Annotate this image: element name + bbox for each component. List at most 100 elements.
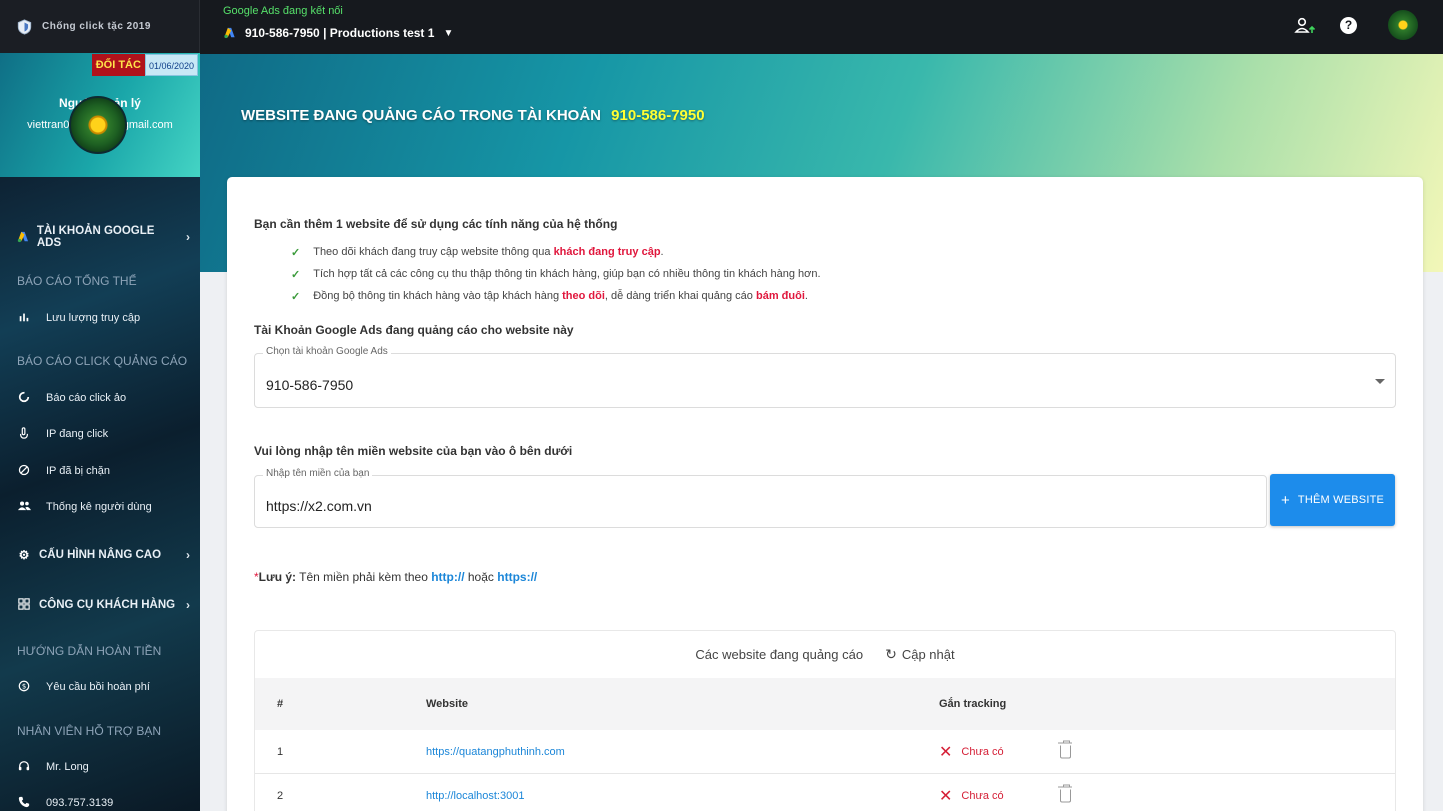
table-title: Các website đang quảng cáo: [695, 647, 864, 662]
sidebar-item-advanced-config[interactable]: ⚙ CẤU HÌNH NÂNG CAO ›: [17, 545, 190, 565]
sidebar: Chống click tặc 2019 ĐỐI TÁC 01/06/2020 …: [0, 0, 200, 811]
sidebar-item-label: Yêu cầu bồi hoàn phí: [46, 681, 150, 693]
sidebar-item-user-stats[interactable]: Thống kê người dùng: [17, 497, 190, 517]
column-header-website: Website: [426, 698, 468, 710]
sidebar-item-traffic[interactable]: Lưu lượng truy cập: [17, 308, 190, 328]
main-card: Bạn cần thêm 1 website để sử dụng các tí…: [227, 177, 1423, 811]
partner-badge-label: ĐỐI TÁC: [91, 54, 145, 76]
chevron-right-icon: ›: [186, 230, 190, 244]
trash-icon[interactable]: [1058, 740, 1072, 758]
page-title-text: WEBSITE ĐANG QUẢNG CÁO TRONG TÀI KHOẢN: [241, 107, 601, 124]
sidebar-section-overview: BÁO CÁO TỔNG THỂ: [17, 274, 137, 288]
sidebar-item-customer-tools[interactable]: CÔNG CỤ KHÁCH HÀNG ›: [17, 595, 190, 615]
table-header: # Website Gắn tracking: [255, 678, 1395, 730]
field-label: Nhập tên miền của bạn: [263, 468, 373, 479]
feature-item-text: Đồng bộ thông tin khách hàng vào tập khá…: [313, 290, 808, 302]
column-header-num: #: [277, 698, 284, 710]
sidebar-item-staff[interactable]: Mr. Long: [17, 757, 190, 777]
touch-icon: [17, 427, 31, 441]
bar-chart-icon: [17, 311, 31, 325]
top-bar: Google Ads đang kết nối 910-586-7950 | P…: [200, 0, 1443, 54]
user-upgrade-icon[interactable]: [1294, 15, 1316, 37]
feature-item: ✓ Đồng bộ thông tin khách hàng vào tập k…: [291, 290, 808, 303]
sidebar-section-support-staff: NHÂN VIÊN HỖ TRỢ BẠN: [17, 724, 162, 738]
table-caption: Các website đang quảng cáo ↻ Cập nhật: [255, 631, 1395, 678]
chevron-right-icon: ›: [186, 598, 190, 612]
account-section-title: Tài Khoản Google Ads đang quảng cáo cho …: [254, 323, 574, 337]
refresh-icon: ↻: [885, 646, 897, 662]
caret-down-icon: ▼: [443, 27, 454, 39]
close-icon: ✕: [939, 787, 953, 805]
sidebar-item-label: IP đang click: [46, 428, 109, 440]
table-row: 1 https://quatangphuthinh.com ✕ Chưa có: [255, 730, 1395, 774]
sidebar-item-label: Thống kê người dùng: [46, 501, 152, 513]
check-icon: ✓: [291, 291, 301, 303]
refresh-button-label: Cập nhật: [901, 647, 955, 662]
field-value: 910-586-7950: [266, 377, 354, 393]
plus-icon: +: [1280, 491, 1290, 509]
chevron-right-icon: ›: [186, 548, 190, 562]
field-value: https://x2.com.vn: [266, 498, 372, 514]
sidebar-brand[interactable]: Chống click tặc 2019: [0, 0, 200, 53]
feature-item: ✓ Theo dõi khách đang truy cập website t…: [291, 246, 664, 259]
grid-icon: [17, 598, 31, 612]
add-website-button-label: THÊM WEBSITE: [1297, 494, 1385, 506]
page-title: WEBSITE ĐANG QUẢNG CÁO TRONG TÀI KHOẢN 9…: [241, 107, 705, 124]
sidebar-item-phone[interactable]: 093.757.3139: [17, 793, 190, 811]
feature-item: ✓ Tích hợp tất cả các công cụ thu thập t…: [291, 268, 821, 281]
avatar[interactable]: [1388, 10, 1418, 40]
sidebar-item-ip-blocked[interactable]: IP đã bị chặn: [17, 461, 190, 481]
avatar[interactable]: [69, 96, 127, 154]
tracking-status-label: Chưa có: [961, 745, 1004, 758]
google-ads-icon: [17, 231, 29, 243]
feature-item-text: Theo dõi khách đang truy cập website thô…: [313, 246, 664, 258]
domain-input[interactable]: Nhập tên miền của bạn https://x2.com.vn: [254, 468, 1267, 528]
partner-badge: ĐỐI TÁC 01/06/2020: [91, 54, 198, 76]
sidebar-section-click-reports: BÁO CÁO CLICK QUẢNG CÁO: [17, 354, 188, 368]
tracking-status: ✕ Chưa có: [939, 786, 1004, 806]
sidebar-item-fake-click-report[interactable]: Báo cáo click ảo: [17, 388, 190, 408]
dollar-circle-icon: $: [17, 680, 31, 694]
table-row: 2 http://localhost:3001 ✕ Chưa có: [255, 774, 1395, 811]
domain-section-title: Vui lòng nhập tên miền website của bạn v…: [254, 444, 573, 458]
close-icon: ✕: [939, 743, 953, 761]
sidebar-item-label: Lưu lượng truy cập: [46, 312, 141, 324]
field-label: Chọn tài khoản Google Ads: [263, 346, 391, 357]
column-header-tracking: Gắn tracking: [939, 698, 1007, 710]
headset-icon: [17, 760, 31, 774]
refresh-button[interactable]: ↻ Cập nhật: [885, 646, 955, 663]
trash-icon[interactable]: [1058, 784, 1072, 802]
account-switcher[interactable]: 910-586-7950 | Productions test 1 ▼: [223, 26, 453, 40]
sidebar-item-google-ads[interactable]: TÀI KHOẢN GOOGLE ADS ›: [17, 225, 190, 249]
help-icon[interactable]: ?: [1340, 17, 1362, 39]
sidebar-item-label: IP đã bị chặn: [46, 465, 111, 477]
google-ads-account-select[interactable]: Chọn tài khoản Google Ads 910-586-7950: [254, 346, 1396, 408]
partner-badge-date: 01/06/2020: [144, 54, 198, 76]
sidebar-section-refund-guide: HƯỚNG DẪN HOÀN TIỀN: [17, 644, 162, 658]
website-link[interactable]: https://quatangphuthinh.com: [426, 746, 565, 758]
feature-item-text: Tích hợp tất cả các công cụ thu thập thô…: [313, 268, 821, 280]
account-switcher-label: 910-586-7950 | Productions test 1: [245, 26, 435, 40]
brand-title: Chống click tặc 2019: [42, 21, 151, 32]
users-icon: [17, 500, 31, 514]
websites-table: Các website đang quảng cáo ↻ Cập nhật # …: [254, 630, 1396, 811]
add-website-button[interactable]: + THÊM WEBSITE: [1270, 474, 1395, 526]
website-link[interactable]: http://localhost:3001: [426, 790, 524, 802]
intro-text: Bạn cần thêm 1 website để sử dụng các tí…: [254, 217, 618, 231]
gear-icon: ⚙: [18, 548, 30, 562]
sidebar-item-refund-request[interactable]: $ Yêu cầu bồi hoàn phí: [17, 677, 190, 697]
phone-icon: [17, 796, 31, 810]
tracking-status: ✕ Chưa có: [939, 742, 1004, 762]
caret-down-icon: [1375, 379, 1385, 384]
row-num: 1: [277, 745, 284, 758]
sidebar-item-label: CÔNG CỤ KHÁCH HÀNG: [39, 599, 176, 611]
sidebar-item-label: Mr. Long: [46, 761, 89, 773]
svg-text:$: $: [22, 683, 26, 691]
sidebar-item-ip-clicking[interactable]: IP đang click: [17, 424, 190, 444]
page-title-account-id: 910-586-7950: [611, 107, 705, 124]
google-ads-icon: [224, 27, 235, 39]
check-icon: ✓: [291, 269, 301, 281]
block-icon: [17, 464, 31, 478]
sidebar-item-label: Báo cáo click ảo: [46, 392, 127, 404]
spinner-icon: [17, 391, 31, 405]
